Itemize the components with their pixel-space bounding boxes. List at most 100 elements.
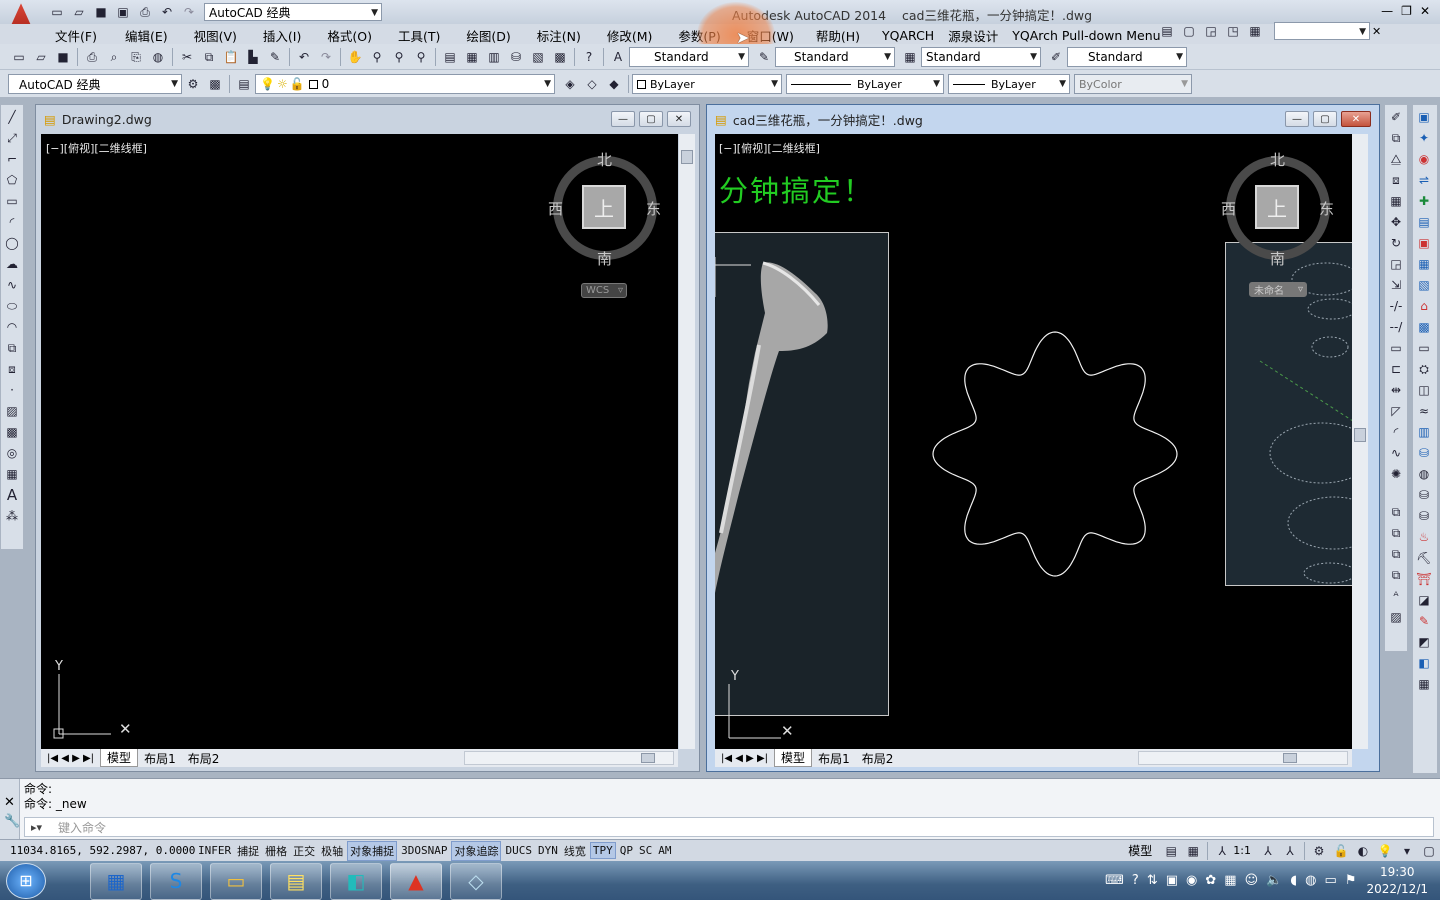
yq-tool-28-icon[interactable]: ▦ xyxy=(1415,675,1433,693)
yq-tool-17-icon[interactable]: ⛁ xyxy=(1415,444,1433,462)
command-close-icon[interactable]: ✕ xyxy=(4,795,19,810)
yq-tool-4-icon[interactable]: ⇌ xyxy=(1415,171,1433,189)
menu-item-1[interactable]: 编辑(E) xyxy=(125,26,168,45)
mirror-icon[interactable]: ⧋ xyxy=(1387,150,1405,168)
vase-image-panel[interactable] xyxy=(715,232,889,716)
polygon-icon[interactable]: ⬠ xyxy=(3,171,21,189)
qnew-icon[interactable]: ▭ xyxy=(10,48,28,66)
yq-tool-12-icon[interactable]: ▭ xyxy=(1415,339,1433,357)
scale-icon[interactable]: ◳ xyxy=(1224,22,1242,40)
taskbar-app-2[interactable]: S xyxy=(150,862,202,900)
clip-icon[interactable]: ◲ xyxy=(1202,22,1220,40)
status-toggle-捕捉[interactable]: 捕捉 xyxy=(235,842,261,860)
save-icon[interactable]: ■ xyxy=(92,3,110,21)
menu-item-7[interactable]: 标注(N) xyxy=(537,26,581,45)
right-viewport-label[interactable]: [−][俯视][二维线框] xyxy=(719,140,820,156)
volume-icon[interactable]: 🔈 xyxy=(1266,873,1282,888)
undo2-icon[interactable]: ↶ xyxy=(295,48,313,66)
scale-obj-icon[interactable]: ◲ xyxy=(1387,255,1405,273)
right-wcs-menu[interactable]: 未命名 ▿ xyxy=(1249,282,1307,297)
erase-icon[interactable]: ✐ xyxy=(1387,108,1405,126)
menu-item-5[interactable]: 工具(T) xyxy=(398,26,440,45)
quickview-drawings-icon[interactable]: ▦ xyxy=(1184,842,1202,860)
left-tab-model[interactable]: 模型 xyxy=(100,749,139,767)
left-vscrollbar[interactable] xyxy=(679,134,695,749)
table-style-dropdown[interactable]: Standard ▼ xyxy=(921,47,1041,67)
status-toggle-栅格[interactable]: 栅格 xyxy=(263,842,289,860)
menu-item-3[interactable]: 插入(I) xyxy=(263,26,301,45)
spline-icon[interactable]: ∿ xyxy=(3,276,21,294)
menu-item-4[interactable]: 格式(O) xyxy=(327,26,372,45)
flower-path[interactable] xyxy=(932,331,1178,577)
arrow-tray-icon[interactable]: ⇅ xyxy=(1147,873,1158,888)
blend-icon[interactable]: ∿ xyxy=(1387,444,1405,462)
menu-item-14[interactable]: YQArch Pull-down Menu xyxy=(1012,28,1160,43)
left-tab-layout2[interactable]: 布局2 xyxy=(182,750,226,767)
yq-tool-3-icon[interactable]: ◉ xyxy=(1415,150,1433,168)
circle-icon[interactable]: ◯ xyxy=(3,234,21,252)
right-close-button[interactable]: ✕ xyxy=(1341,111,1371,127)
workspace-save-icon[interactable]: ▩ xyxy=(206,75,224,93)
yq-tool-21-icon[interactable]: ♨ xyxy=(1415,528,1433,546)
yq-tool-22-icon[interactable]: ⛏ xyxy=(1415,549,1433,567)
zoom-previous-icon[interactable]: ⚲ xyxy=(412,48,430,66)
join-icon[interactable]: ⇹ xyxy=(1387,381,1405,399)
right-tab-nav[interactable]: |◀ ◀ ▶ ▶| xyxy=(721,753,768,764)
qsave-icon[interactable]: ■ xyxy=(54,48,72,66)
left-close-button[interactable]: ✕ xyxy=(667,111,691,127)
insert-block-icon[interactable]: ⧉ xyxy=(3,339,21,357)
layer-previous-icon[interactable]: ◈ xyxy=(561,75,579,93)
taskbar-autocad[interactable]: ▲ xyxy=(390,862,442,900)
qq-icon[interactable]: ☺ xyxy=(1245,873,1259,888)
extend-icon[interactable]: --/ xyxy=(1387,318,1405,336)
yq-tool-24-icon[interactable]: ◪ xyxy=(1415,591,1433,609)
yq-tool-25-icon[interactable]: ✎ xyxy=(1415,612,1433,630)
dim-style-icon[interactable]: ✎ xyxy=(755,48,773,66)
match-prop-icon[interactable]: ▙ xyxy=(244,48,262,66)
annotation-visibility-icon[interactable]: ⅄ xyxy=(1259,842,1277,860)
draworder-back-icon[interactable]: ⧉ xyxy=(1387,524,1405,542)
array-icon[interactable]: ▦ xyxy=(1387,192,1405,210)
block-editor-icon[interactable]: ✎ xyxy=(266,48,284,66)
layer-manager-icon[interactable]: ▤ xyxy=(235,75,253,93)
status-toggle-sc[interactable]: SC xyxy=(637,843,654,858)
publish-icon[interactable]: ⎘ xyxy=(127,48,145,66)
fillet-icon[interactable]: ◜ xyxy=(1387,423,1405,441)
left-hscrollbar[interactable] xyxy=(464,751,674,765)
preview-icon[interactable]: ⌕ xyxy=(105,48,123,66)
line-icon[interactable]: ╱ xyxy=(3,108,21,126)
help-icon[interactable]: ? xyxy=(580,48,598,66)
left-minimize-button[interactable]: — xyxy=(611,111,635,127)
status-toggle-infer[interactable]: INFER xyxy=(196,843,233,858)
taskbar-app-1[interactable]: ▦ xyxy=(90,862,142,900)
isolate-objects-icon[interactable]: 💡 xyxy=(1376,842,1394,860)
menu-item-0[interactable]: 文件(F) xyxy=(55,26,97,45)
flower-outline[interactable] xyxy=(925,324,1185,584)
left-viewcube[interactable]: 上 xyxy=(582,185,626,229)
status-toggle-qp[interactable]: QP xyxy=(618,843,635,858)
stretch-icon[interactable]: ⇲ xyxy=(1387,276,1405,294)
right-vscrollbar[interactable] xyxy=(1352,134,1368,749)
taskbar-app-7[interactable]: ◇ xyxy=(450,862,502,900)
rectangle-icon[interactable]: ▭ xyxy=(3,192,21,210)
color-dropdown[interactable]: ByLayer ▼ xyxy=(632,74,782,94)
ellipse-icon[interactable]: ⬭ xyxy=(3,297,21,315)
right-vscroll-thumb[interactable] xyxy=(1354,428,1366,442)
yq-tool-23-icon[interactable]: ⛩ xyxy=(1415,570,1433,588)
menu-item-13[interactable]: 源泉设计 xyxy=(948,26,998,45)
menu-item-2[interactable]: 视图(V) xyxy=(194,26,237,45)
help-tray-icon[interactable]: ? xyxy=(1132,873,1139,888)
left-vscroll-thumb[interactable] xyxy=(681,150,693,164)
offset-icon[interactable]: ⧈ xyxy=(1387,171,1405,189)
clock[interactable]: 19:30 2022/12/1 xyxy=(1366,864,1428,898)
yq-tool-13-icon[interactable]: ⛭ xyxy=(1415,360,1433,378)
sheet-set-icon[interactable]: ⛁ xyxy=(507,48,525,66)
zoom-window2-icon[interactable]: ⚲ xyxy=(390,48,408,66)
auto-scale-icon[interactable]: ⅄ xyxy=(1281,842,1299,860)
explode-icon[interactable]: ✺ xyxy=(1387,465,1405,483)
workspace-combo[interactable]: AutoCAD 经典 ▼ xyxy=(8,74,182,94)
command-prompt-icon[interactable]: ▸▾ xyxy=(31,821,42,834)
right-viewcube[interactable]: 上 xyxy=(1255,185,1299,229)
mleader-style-dropdown[interactable]: Standard ▼ xyxy=(1067,47,1187,67)
layer-state-icon[interactable]: ◆ xyxy=(605,75,623,93)
